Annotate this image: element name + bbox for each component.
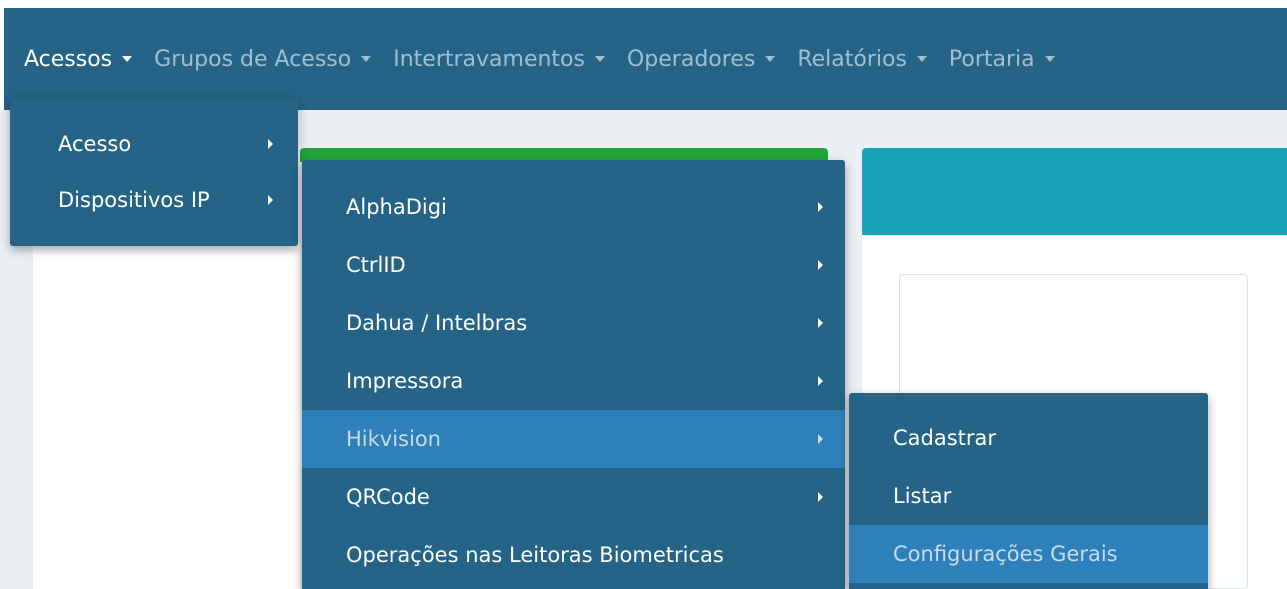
menu-item-hikvision-label: Hikvision <box>346 427 441 451</box>
nav-acessos[interactable]: Acessos <box>24 46 133 72</box>
caret-down-icon <box>594 56 605 62</box>
topbar: Acessos Grupos de Acesso Intertravamento… <box>0 0 1287 110</box>
menu-item-cadastrar[interactable]: Cadastrar <box>849 409 1208 467</box>
menu-item-impressora[interactable]: Impressora <box>302 352 845 410</box>
nav-intertravamentos[interactable]: Intertravamentos <box>393 47 605 72</box>
caret-down-icon <box>765 56 776 62</box>
menu-item-dispositivos-ip-label: Dispositivos IP <box>58 188 210 212</box>
caret-down-icon <box>122 56 133 62</box>
menu-item-cadastrar-label: Cadastrar <box>893 426 997 450</box>
nav-grupos-label: Grupos de Acesso <box>154 46 352 72</box>
main-navbar: Acessos Grupos de Acesso Intertravamento… <box>4 8 1287 110</box>
menu-item-listar[interactable]: Listar <box>849 467 1208 525</box>
menu-item-qrcode[interactable]: QRCode <box>302 468 845 526</box>
menu-item-alphadigi-label: AlphaDigi <box>346 195 447 219</box>
dropdown-acessos: Acesso Dispositivos IP <box>10 98 298 246</box>
caret-down-icon <box>916 56 927 62</box>
caret-down-icon <box>1044 56 1055 62</box>
nav-portaria-label: Portaria <box>948 46 1035 72</box>
menu-item-operacoes-leitoras[interactable]: Operações nas Leitoras Biometricas <box>302 526 845 584</box>
menu-item-configuracoes-gerais-label: Configurações Gerais <box>893 542 1118 566</box>
menu-item-acesso-label: Acesso <box>58 132 132 156</box>
menu-item-dahua-intelbras[interactable]: Dahua / Intelbras <box>302 294 845 352</box>
caret-right-icon <box>268 139 273 149</box>
menu-item-configuracoes-gerais[interactable]: Configurações Gerais <box>849 525 1208 583</box>
nav-relatorios[interactable]: Relatórios <box>797 47 927 72</box>
nav-acessos-label: Acessos <box>24 46 113 72</box>
caret-right-icon <box>818 202 823 212</box>
nav-intertravamentos-label: Intertravamentos <box>393 46 585 72</box>
menu-item-qrcode-label: QRCode <box>346 485 430 509</box>
nav-operadores[interactable]: Operadores <box>626 46 776 72</box>
caret-right-icon <box>818 434 823 444</box>
menu-item-ctrlid[interactable]: CtrlID <box>302 236 845 294</box>
caret-right-icon <box>818 492 823 502</box>
menu-item-operacoes-leitoras-label: Operações nas Leitoras Biometricas <box>346 543 724 567</box>
dropdown-dispositivos-ip: AlphaDigi CtrlID Dahua / Intelbras Impre… <box>302 160 845 589</box>
caret-right-icon <box>818 260 823 270</box>
nav-operadores-label: Operadores <box>626 46 756 72</box>
menu-item-dahua-intelbras-label: Dahua / Intelbras <box>346 311 528 335</box>
caret-right-icon <box>268 195 273 205</box>
nav-relatorios-label: Relatórios <box>797 46 907 72</box>
caret-right-icon <box>818 318 823 328</box>
caret-right-icon <box>818 376 823 386</box>
menu-item-hikvision[interactable]: Hikvision <box>302 410 845 468</box>
dropdown-hikvision: Cadastrar Listar Configurações Gerais <box>849 393 1208 589</box>
menu-item-alphadigi[interactable]: AlphaDigi <box>302 178 845 236</box>
info-box-header <box>862 148 1287 235</box>
menu-item-acesso[interactable]: Acesso <box>10 116 298 172</box>
nav-portaria[interactable]: Portaria <box>949 47 1055 72</box>
menu-item-impressora-label: Impressora <box>346 369 464 393</box>
nav-grupos-de-acesso[interactable]: Grupos de Acesso <box>154 46 372 72</box>
menu-item-dispositivos-ip[interactable]: Dispositivos IP <box>10 172 298 228</box>
menu-item-ctrlid-label: CtrlID <box>346 253 406 277</box>
menu-item-listar-label: Listar <box>893 484 952 508</box>
caret-down-icon <box>361 56 372 62</box>
